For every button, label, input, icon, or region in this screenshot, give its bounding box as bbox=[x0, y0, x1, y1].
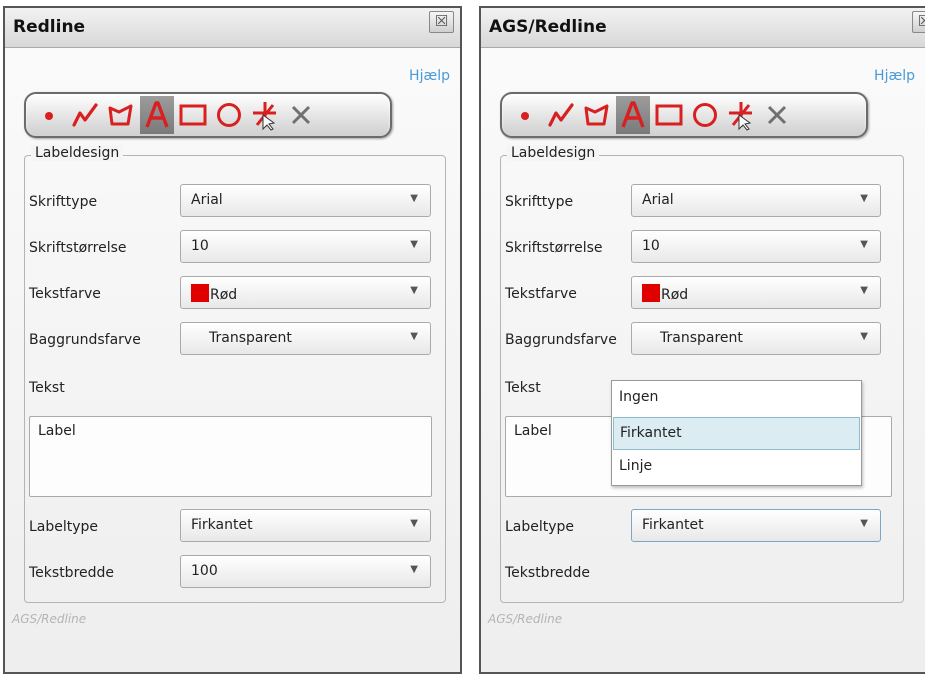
font-select[interactable]: Arial ▼ bbox=[631, 184, 881, 217]
help-link[interactable]: Hjælp bbox=[874, 68, 915, 84]
width-label: Tekstbredde bbox=[505, 565, 591, 581]
help-link[interactable]: Hjælp bbox=[409, 68, 450, 84]
labeldesign-group: Labeldesign Skrifttype Arial ▼ Skriftstø… bbox=[24, 145, 446, 603]
redline-toolbar bbox=[500, 92, 868, 138]
chevron-down-icon: ▼ bbox=[860, 518, 868, 529]
chevron-down-icon: ▼ bbox=[410, 193, 418, 204]
labeltype-label: Labeltype bbox=[505, 519, 575, 535]
edit-icon[interactable] bbox=[724, 96, 758, 134]
chevron-down-icon: ▼ bbox=[410, 331, 418, 342]
chevron-down-icon: ▼ bbox=[860, 193, 868, 204]
chevron-down-icon: ▼ bbox=[860, 285, 868, 296]
color-swatch bbox=[191, 284, 209, 302]
rectangle-icon[interactable] bbox=[652, 96, 686, 134]
option-ingen[interactable]: Ingen bbox=[613, 382, 860, 415]
font-value: Arial bbox=[642, 192, 674, 208]
labeltype-label: Labeltype bbox=[29, 519, 99, 535]
size-value: 10 bbox=[642, 238, 660, 254]
edit-icon[interactable] bbox=[248, 96, 282, 134]
redline-toolbar bbox=[24, 92, 392, 138]
circle-icon[interactable] bbox=[212, 96, 246, 134]
color-label: Tekstfarve bbox=[29, 286, 101, 302]
redline-panel: Redline ☒ Hjælp Labeldesign Skrifttype A… bbox=[3, 6, 462, 674]
close-button[interactable]: ☒ bbox=[912, 11, 925, 33]
background-value: Transparent bbox=[209, 330, 292, 346]
chevron-down-icon: ▼ bbox=[410, 239, 418, 250]
line-icon[interactable] bbox=[68, 96, 102, 134]
text-label: Tekst bbox=[29, 380, 65, 396]
labeldesign-group: Labeldesign Skrifttype Arial ▼ Skriftstø… bbox=[500, 145, 904, 603]
background-select[interactable]: Transparent ▼ bbox=[631, 322, 881, 355]
title-bar: AGS/Redline ☒ bbox=[481, 8, 925, 48]
chevron-down-icon: ▼ bbox=[410, 564, 418, 575]
color-swatch bbox=[642, 284, 660, 302]
size-label: Skriftstørrelse bbox=[29, 240, 127, 256]
background-value: Transparent bbox=[660, 330, 743, 346]
labeltype-select[interactable]: Firkantet ▼ bbox=[180, 509, 431, 542]
labeltype-select[interactable]: Firkantet ▼ bbox=[631, 509, 881, 542]
color-value: Rød bbox=[210, 287, 238, 303]
text-icon[interactable] bbox=[140, 96, 174, 134]
panel-title: Redline bbox=[13, 17, 86, 37]
point-icon[interactable] bbox=[508, 96, 542, 134]
circle-icon[interactable] bbox=[688, 96, 722, 134]
chevron-down-icon: ▼ bbox=[860, 239, 868, 250]
polygon-icon[interactable] bbox=[104, 96, 138, 134]
background-label: Baggrundsfarve bbox=[29, 332, 141, 348]
labeldesign-legend: Labeldesign bbox=[31, 145, 124, 161]
width-label: Tekstbredde bbox=[29, 565, 115, 581]
chevron-down-icon: ▼ bbox=[410, 285, 418, 296]
close-button[interactable]: ☒ bbox=[429, 11, 454, 33]
delete-icon[interactable] bbox=[760, 96, 794, 134]
footer-label: AGS/Redline bbox=[12, 612, 87, 626]
color-value: Rød bbox=[661, 287, 689, 303]
width-value: 100 bbox=[191, 563, 218, 579]
size-label: Skriftstørrelse bbox=[505, 240, 603, 256]
panel-title: AGS/Redline bbox=[489, 17, 607, 37]
text-input[interactable]: Label bbox=[29, 416, 432, 497]
title-bar: Redline ☒ bbox=[5, 8, 460, 48]
width-select[interactable]: 100 ▼ bbox=[180, 555, 431, 588]
background-label: Baggrundsfarve bbox=[505, 332, 617, 348]
size-value: 10 bbox=[191, 238, 209, 254]
option-firkantet[interactable]: Firkantet bbox=[613, 417, 860, 450]
ags-redline-panel: AGS/Redline ☒ Hjælp Labeldesign Skriftty… bbox=[479, 6, 925, 674]
text-label: Tekst bbox=[505, 380, 541, 396]
point-icon[interactable] bbox=[32, 96, 66, 134]
labeldesign-legend: Labeldesign bbox=[507, 145, 600, 161]
chevron-down-icon: ▼ bbox=[410, 518, 418, 529]
font-label: Skrifttype bbox=[29, 194, 98, 210]
size-select[interactable]: 10 ▼ bbox=[631, 230, 881, 263]
background-select[interactable]: Transparent ▼ bbox=[180, 322, 431, 355]
color-select[interactable]: Rød ▼ bbox=[180, 276, 431, 309]
labeltype-value: Firkantet bbox=[191, 517, 253, 533]
size-select[interactable]: 10 ▼ bbox=[180, 230, 431, 263]
color-label: Tekstfarve bbox=[505, 286, 577, 302]
labeltype-value: Firkantet bbox=[642, 517, 704, 533]
rectangle-icon[interactable] bbox=[176, 96, 210, 134]
font-select[interactable]: Arial ▼ bbox=[180, 184, 431, 217]
labeltype-dropdown-list: Ingen Firkantet Linje bbox=[611, 380, 862, 486]
color-select[interactable]: Rød ▼ bbox=[631, 276, 881, 309]
font-value: Arial bbox=[191, 192, 223, 208]
footer-label: AGS/Redline bbox=[488, 612, 563, 626]
line-icon[interactable] bbox=[544, 96, 578, 134]
chevron-down-icon: ▼ bbox=[860, 331, 868, 342]
option-linje[interactable]: Linje bbox=[613, 451, 860, 484]
font-label: Skrifttype bbox=[505, 194, 574, 210]
delete-icon[interactable] bbox=[284, 96, 318, 134]
polygon-icon[interactable] bbox=[580, 96, 614, 134]
text-icon[interactable] bbox=[616, 96, 650, 134]
